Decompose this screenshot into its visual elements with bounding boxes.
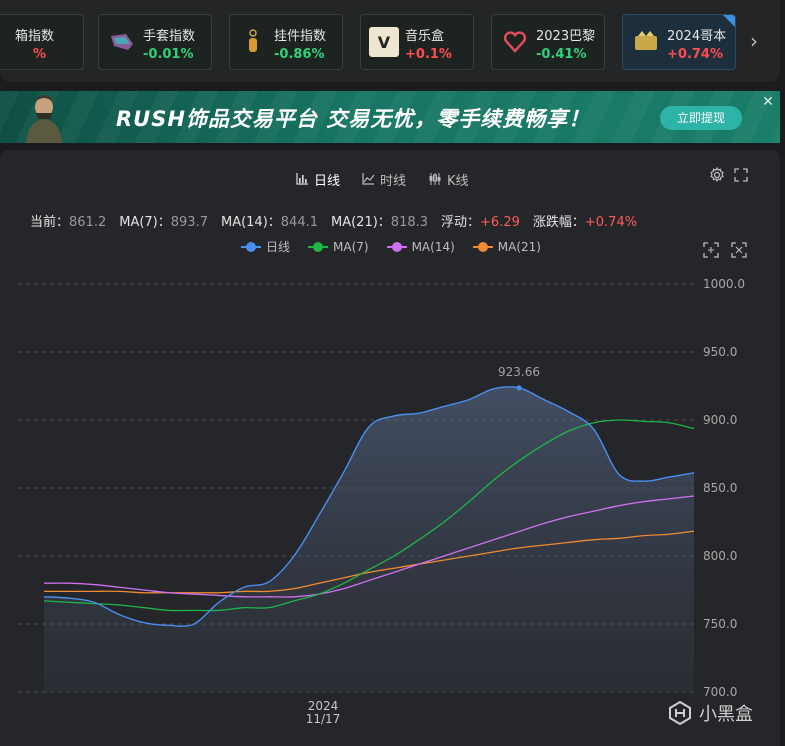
withdraw-now-button[interactable]: 立即提现 <box>660 106 742 130</box>
stat-ma21: MA(21)：818.3 <box>331 215 429 230</box>
stat-ma7: MA(7)：893.7 <box>119 215 208 230</box>
tab-daily[interactable]: 日线 <box>296 170 341 189</box>
copenhagen-major-icon <box>631 27 661 57</box>
x-tick-label: 2024 <box>308 699 339 713</box>
index-card-music-box[interactable]: V 音乐盒 +0.1% <box>360 14 474 70</box>
index-card-name: 手套指数 <box>143 29 196 44</box>
legend-label: MA(7) <box>333 239 369 254</box>
legend-label: 日线 <box>266 240 291 254</box>
y-tick-label: 850.0 <box>703 481 737 495</box>
max-point-label: 923.66 <box>498 365 540 379</box>
tab-label: K线 <box>447 173 469 189</box>
index-card-name: 2024哥本 <box>667 29 727 44</box>
index-card-box[interactable]: 箱指数 % <box>0 14 84 70</box>
index-card-gloves[interactable]: 手套指数 -0.01% <box>98 14 212 70</box>
legend-label: MA(21) <box>497 239 541 254</box>
reset-zoom-icon[interactable] <box>731 242 747 258</box>
legend-swatch <box>472 241 493 252</box>
legend-item-daily[interactable]: 日线 <box>241 238 290 255</box>
y-tick-label: 700.0 <box>703 685 737 699</box>
legend-item-ma14[interactable]: MA(14) <box>386 238 455 255</box>
fullscreen-icon[interactable] <box>734 168 748 182</box>
stat-float: 浮动：+6.29 <box>441 215 520 230</box>
selected-flag-icon <box>723 15 735 27</box>
xiaoheihe-watermark: 小黑盒 <box>667 700 753 726</box>
tab-hourly[interactable]: 时线 <box>362 170 407 189</box>
soldier-figure-icon <box>14 93 74 143</box>
banner-headline: RUSH饰品交易平台 交易无忧，零手续费畅享！ <box>116 107 591 131</box>
tab-label: 日线 <box>314 173 341 189</box>
glove-icon <box>107 27 137 57</box>
index-card-name: 挂件指数 <box>274 29 327 44</box>
legend-swatch <box>308 241 329 252</box>
stat-ma14: MA(14)：844.1 <box>220 215 318 230</box>
tab-label: 时线 <box>380 173 407 189</box>
box-icon <box>0 27 9 57</box>
legend-swatch <box>386 241 407 252</box>
y-tick-label: 750.0 <box>703 617 737 631</box>
y-tick-label: 1000.0 <box>703 277 745 291</box>
xiaoheihe-logo-icon <box>669 700 691 726</box>
index-card-change: +0.74% <box>667 47 723 62</box>
music-box-icon: V <box>369 27 399 57</box>
stats-row: 当前：861.2 MA(7)：893.7 MA(14)：844.1 MA(21)… <box>30 211 637 230</box>
y-tick-label: 900.0 <box>703 413 737 427</box>
index-card-copenhagen-2024[interactable]: 2024哥本 +0.74% <box>622 14 736 70</box>
index-card-change: % <box>33 47 47 62</box>
index-card-name: 箱指数 <box>15 29 55 44</box>
index-card-charms[interactable]: 挂件指数 -0.86% <box>229 14 343 70</box>
bar-chart-icon <box>296 173 308 185</box>
index-card-name: 2023巴黎 <box>536 29 596 44</box>
y-tick-label: 950.0 <box>703 345 737 359</box>
index-card-paris-2023[interactable]: 2023巴黎 -0.41% <box>491 14 605 70</box>
y-tick-label: 800.0 <box>703 549 737 563</box>
legend-item-ma7[interactable]: MA(7) <box>308 238 369 255</box>
paris-major-icon <box>500 27 530 57</box>
index-card-change: -0.41% <box>536 47 587 62</box>
stat-change-pct: 涨跌幅：+0.74% <box>532 215 638 230</box>
index-card-change: -0.01% <box>143 47 194 62</box>
x-tick-label: 11/17 <box>306 712 341 726</box>
close-icon[interactable]: ✕ <box>760 94 776 110</box>
watermark-text: 小黑盒 <box>699 704 753 725</box>
charm-icon <box>238 27 268 57</box>
legend-swatch <box>241 241 261 252</box>
legend-label: MA(14) <box>411 239 455 254</box>
stat-current: 当前：861.2 <box>30 215 107 230</box>
chart-legend: 日线 MA(7) MA(14) MA(21) <box>241 238 541 255</box>
candlestick-icon <box>429 173 441 185</box>
index-strip: ‹ 箱指数 % 手套指数 -0.01% 挂件指数 -0.86% V 音乐盒 +0… <box>0 0 780 82</box>
price-chart[interactable]: 1000.0 950.0 900.0 850.0 800.0 750.0 700.0 923.… <box>0 260 785 746</box>
chevron-right-icon[interactable]: › <box>744 28 764 54</box>
chart-tabs: 日线 时线 K线 <box>296 170 469 189</box>
line-chart-icon <box>362 173 375 185</box>
index-card-name: 音乐盒 <box>405 29 445 44</box>
zoom-area-icon[interactable] <box>703 242 719 258</box>
index-card-change: +0.1% <box>405 47 452 62</box>
settings-gear-icon[interactable] <box>709 167 725 183</box>
index-card-change: -0.86% <box>274 47 325 62</box>
tab-kline[interactable]: K线 <box>428 170 469 189</box>
max-point-marker <box>516 385 522 391</box>
legend-item-ma21[interactable]: MA(21) <box>472 238 541 255</box>
